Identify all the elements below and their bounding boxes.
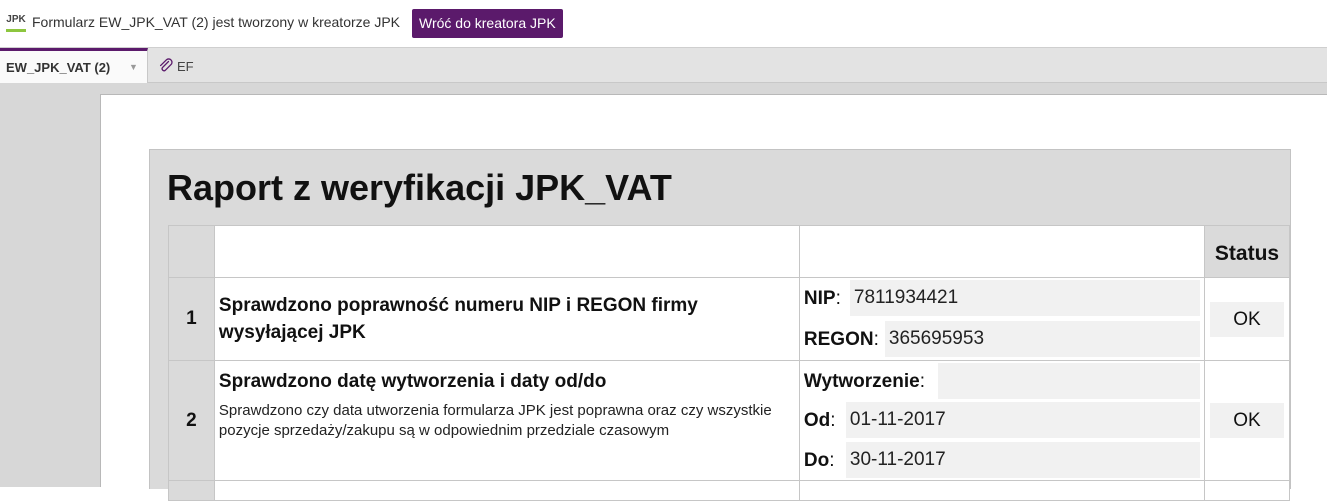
header-status-cell: Status <box>1204 225 1290 278</box>
field-do: Do: 30-11-2017 <box>800 440 1204 480</box>
nip-value: 7811934421 <box>849 280 1200 316</box>
field-label: Wytworzenie: <box>803 371 925 392</box>
field-label: Do: <box>803 450 835 471</box>
check-title: Sprawdzono poprawność numeru NIP i REGON… <box>218 295 698 343</box>
status-cell: OK <box>1204 360 1290 481</box>
field-regon: REGON: 365695953 <box>800 319 1204 360</box>
tab-attachments[interactable]: EF <box>158 58 194 74</box>
chevron-down-icon[interactable]: ▼ <box>129 62 138 72</box>
table-header-row: Status <box>168 225 1290 278</box>
tab-label: EW_JPK_VAT (2) <box>6 60 111 75</box>
paperclip-icon <box>159 58 173 72</box>
document-page: Raport z weryfikacji JPK_VAT Status 1 Sp… <box>100 94 1327 501</box>
status-badge: OK <box>1210 403 1284 438</box>
notification-bar: JPK Formularz EW_JPK_VAT (2) jest tworzo… <box>0 0 1327 47</box>
status-header: Status <box>1214 241 1280 265</box>
table-row: 2 Sprawdzono datę wytworzenia i daty od/… <box>168 360 1290 481</box>
row-number: 1 <box>168 277 215 361</box>
table-row <box>168 480 1290 501</box>
document-workspace: Raport z weryfikacji JPK_VAT Status 1 Sp… <box>0 83 1327 501</box>
field-label: REGON: <box>803 329 879 350</box>
creator-message: Formularz EW_JPK_VAT (2) jest tworzony w… <box>32 14 400 30</box>
field-od: Od: 01-11-2017 <box>800 400 1204 440</box>
tab-attachments-label: EF <box>177 59 194 74</box>
document-tabs: EW_JPK_VAT (2) ▼ EF <box>0 47 1327 83</box>
header-num-cell <box>168 225 215 278</box>
field-label: Od: <box>803 410 836 431</box>
check-values: NIP: 7811934421 REGON: 365695953 <box>798 277 1206 361</box>
verification-report: Raport z weryfikacji JPK_VAT Status 1 Sp… <box>149 149 1291 501</box>
field-label: NIP: <box>803 288 841 309</box>
check-description: Sprawdzono datę wytworzenia i daty od/do… <box>213 360 800 481</box>
od-value: 01-11-2017 <box>845 402 1200 438</box>
field-wytworzenie: Wytworzenie: <box>800 361 1204 400</box>
report-table: Status 1 Sprawdzono poprawność numeru NI… <box>168 225 1290 501</box>
report-title: Raport z weryfikacji JPK_VAT <box>167 167 672 208</box>
regon-value: 365695953 <box>884 321 1200 357</box>
jpk-logo-icon: JPK <box>6 12 26 32</box>
status-badge: OK <box>1210 301 1284 337</box>
header-value-cell <box>798 225 1206 278</box>
check-description: Sprawdzono poprawność numeru NIP i REGON… <box>213 277 800 361</box>
status-cell: OK <box>1204 277 1290 361</box>
check-values: Wytworzenie: Od: 01-11-2017 Do: 30-11-20… <box>798 360 1206 481</box>
row-number: 2 <box>168 360 215 481</box>
back-to-creator-button[interactable]: Wróć do kreatora JPK <box>412 9 563 38</box>
tab-ew-jpk-vat[interactable]: EW_JPK_VAT (2) ▼ <box>0 48 148 83</box>
do-value: 30-11-2017 <box>845 442 1200 478</box>
wytworzenie-value <box>937 363 1200 399</box>
table-row: 1 Sprawdzono poprawność numeru NIP i REG… <box>168 277 1290 361</box>
field-nip: NIP: 7811934421 <box>800 278 1204 319</box>
check-subtitle: Sprawdzono czy data utworzenia formularz… <box>218 402 772 439</box>
check-title: Sprawdzono datę wytworzenia i daty od/do <box>218 371 607 392</box>
header-desc-cell <box>213 225 800 278</box>
